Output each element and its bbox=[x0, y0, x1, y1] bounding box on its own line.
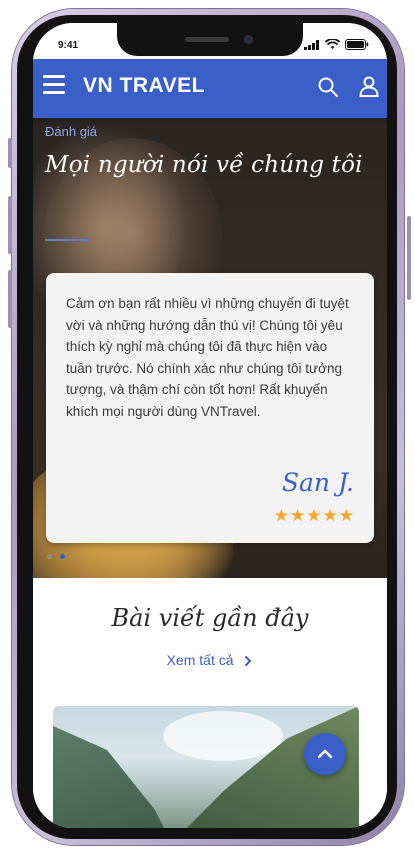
chevron-up-icon bbox=[317, 749, 333, 759]
back-to-top-button[interactable] bbox=[304, 733, 346, 775]
wifi-icon bbox=[325, 39, 340, 49]
section-eyebrow: Đánh giá bbox=[45, 124, 98, 139]
notch bbox=[117, 23, 303, 56]
volume-down-button bbox=[8, 270, 12, 328]
section-title: Mọi người nói về chúng tôi bbox=[45, 152, 363, 178]
battery-icon bbox=[345, 39, 369, 50]
recent-posts-title: Bài viết gần đây bbox=[111, 604, 309, 632]
carousel-dot[interactable] bbox=[60, 554, 65, 559]
testimonial-quote: Cảm ơn bạn rất nhiều vì những chuyến đi … bbox=[66, 296, 349, 419]
signal-icon bbox=[304, 39, 319, 50]
testimonials-section: Đánh giá Mọi người nói về chúng tôi Cảm … bbox=[33, 118, 387, 578]
volume-up-button bbox=[8, 196, 12, 254]
cloud-shape bbox=[163, 711, 283, 761]
app-header: VN TRAVEL bbox=[33, 56, 387, 118]
status-time: 9:41 bbox=[58, 40, 79, 51]
see-all-link[interactable]: Xem tất cả bbox=[33, 652, 387, 668]
screen: 9:41 VN TRAVEL Đánh giá Mọi người nói về… bbox=[33, 23, 387, 828]
status-icons bbox=[304, 39, 369, 50]
carousel-dots bbox=[47, 554, 65, 559]
user-icon[interactable] bbox=[358, 75, 380, 97]
title-underline bbox=[45, 239, 89, 241]
star-icon: ★ bbox=[322, 506, 339, 525]
star-icon: ★ bbox=[290, 506, 307, 525]
mute-switch bbox=[8, 138, 12, 168]
cliff-left-shape bbox=[53, 726, 173, 828]
brand-logo[interactable]: VN TRAVEL bbox=[83, 74, 205, 98]
testimonial-card: Cảm ơn bạn rất nhiều vì những chuyến đi … bbox=[46, 273, 374, 543]
star-icon: ★ bbox=[273, 506, 290, 525]
carousel-dot[interactable] bbox=[47, 554, 52, 559]
see-all-label: Xem tất cả bbox=[166, 652, 234, 668]
rating-stars: ★★★★★ bbox=[274, 506, 355, 526]
testimonial-author: San J. bbox=[281, 468, 354, 497]
front-camera bbox=[244, 35, 253, 44]
star-icon: ★ bbox=[306, 506, 323, 525]
power-button bbox=[407, 216, 411, 300]
chevron-right-icon bbox=[245, 656, 252, 666]
menu-icon[interactable] bbox=[43, 75, 65, 95]
search-icon[interactable] bbox=[317, 76, 339, 98]
star-icon: ★ bbox=[338, 506, 355, 525]
speaker bbox=[185, 37, 229, 42]
recent-posts-section: Bài viết gần đây Xem tất cả bbox=[33, 578, 387, 828]
